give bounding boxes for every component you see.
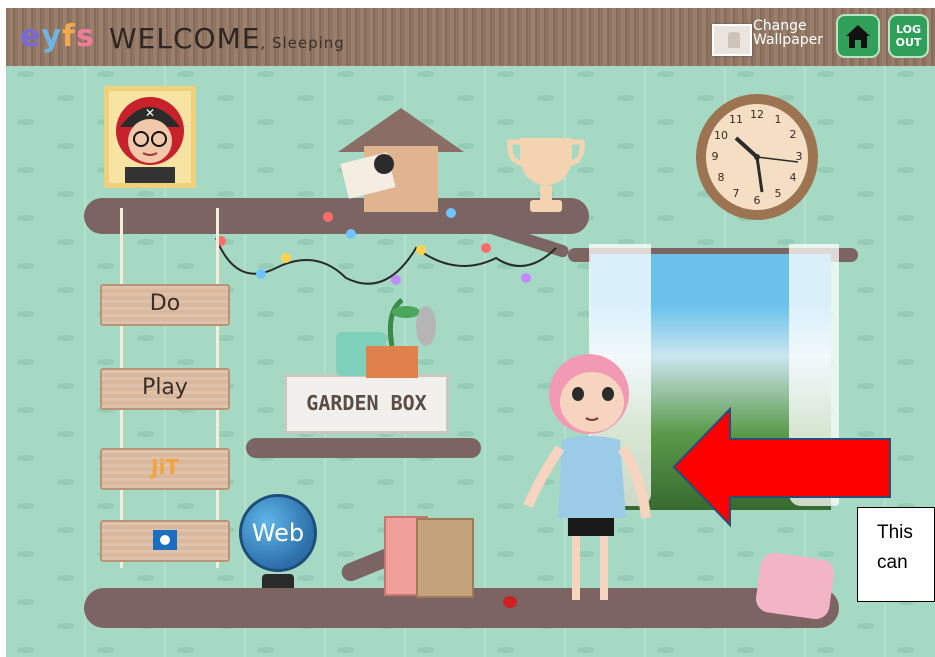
logout-line1: LOG	[896, 23, 921, 36]
play-button[interactable]: Play	[100, 368, 230, 410]
logo-letter: s	[75, 19, 95, 54]
clock-number: 10	[714, 129, 728, 142]
clock-number: 1	[775, 113, 782, 126]
ladybug-icon[interactable]	[503, 596, 517, 608]
clock-number: 11	[729, 113, 743, 126]
avatar[interactable]: ✕	[104, 86, 196, 188]
logout-button[interactable]: LOG OUT	[888, 14, 929, 58]
clock-face: 12 1 2 3 4 5 6 7 8 9 10 11	[712, 108, 803, 207]
fairy-lights	[215, 208, 557, 285]
logo-letter: y	[41, 19, 62, 54]
wallpaper-thumbnail-icon	[712, 24, 752, 56]
clock-number: 12	[750, 108, 764, 121]
wallpaper-label-line2: Wallpaper	[753, 32, 824, 48]
home-icon	[846, 25, 870, 48]
callout-note: This can	[857, 507, 935, 602]
logo-letter: f	[61, 19, 76, 54]
svg-text:✕: ✕	[145, 106, 155, 120]
clock-number: 4	[790, 171, 797, 184]
clock[interactable]: 12 1 2 3 4 5 6 7 8 9 10 11	[696, 94, 818, 220]
garden-box-label: GARDEN BOX	[306, 391, 427, 415]
play-label: Play	[142, 375, 188, 400]
jit-button[interactable]: JiT	[100, 448, 230, 490]
clock-number: 9	[712, 150, 719, 163]
clock-number: 6	[754, 194, 761, 207]
welcome-heading: WELCOME, Sleeping	[109, 22, 345, 55]
eyfs-logo[interactable]: eyfs	[20, 19, 95, 54]
logo-letter: e	[20, 19, 42, 54]
callout-line2: can	[877, 552, 908, 573]
pillow[interactable]	[754, 551, 836, 621]
clock-number: 2	[790, 128, 797, 141]
logout-line2: OUT	[895, 36, 922, 49]
home-button[interactable]	[836, 14, 880, 58]
do-button[interactable]: Do	[100, 284, 230, 326]
character-girl[interactable]	[516, 348, 666, 618]
garden-box-button[interactable]: GARDEN BOX	[284, 374, 449, 434]
callout-line1: This	[877, 522, 913, 543]
screen: eyfs WELCOME, Sleeping Change Wallpaper …	[0, 0, 935, 657]
app-frame: eyfs WELCOME, Sleeping Change Wallpaper …	[6, 8, 935, 657]
jit-label: JiT	[151, 455, 179, 479]
birdhouse[interactable]	[336, 106, 466, 214]
do-label: Do	[149, 291, 181, 316]
clock-number: 8	[718, 171, 725, 184]
clock-number: 7	[733, 187, 740, 200]
change-wallpaper-label: Change Wallpaper	[753, 19, 833, 47]
plants-watering-can	[336, 298, 436, 378]
web-button[interactable]: Web	[239, 494, 317, 572]
welcome-text: WELCOME	[109, 22, 261, 55]
web-label: Web	[251, 519, 305, 547]
trophy-icon[interactable]	[504, 130, 588, 216]
camera-icon	[153, 530, 177, 550]
clock-number: 5	[775, 187, 782, 200]
clock-number: 3	[796, 150, 803, 163]
camera-app-button[interactable]	[100, 520, 230, 562]
wallpaper-label-line1: Change	[753, 18, 807, 34]
top-bar: eyfs WELCOME, Sleeping Change Wallpaper …	[6, 8, 935, 66]
pirate-avatar-icon: ✕	[116, 97, 184, 183]
user-status: , Sleeping	[260, 34, 345, 52]
middle-branch	[246, 438, 481, 458]
book-brown[interactable]	[416, 518, 474, 598]
change-wallpaper-button[interactable]: Change Wallpaper	[712, 16, 834, 58]
